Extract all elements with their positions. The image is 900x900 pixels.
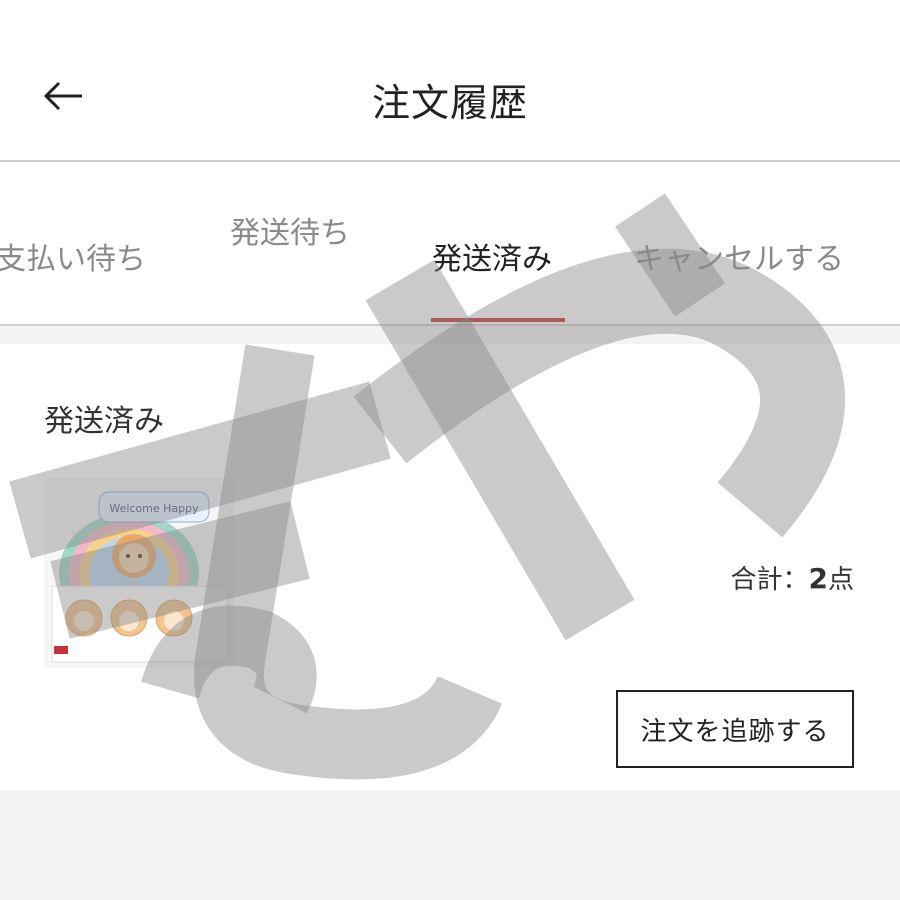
track-order-button[interactable]: 注文を追跡する bbox=[616, 690, 854, 768]
total-unit: 点 bbox=[827, 565, 854, 595]
tab-shipped[interactable]: 発送済み bbox=[432, 234, 552, 278]
app-header: 注文履歴 bbox=[0, 0, 900, 162]
svg-text:Welcome Happy: Welcome Happy bbox=[109, 502, 199, 515]
tab-cancel[interactable]: キャンセルする bbox=[634, 234, 844, 278]
section-divider bbox=[0, 326, 900, 344]
order-card: 発送済み Welcome Happy 合計：2点 注文を追跡する bbox=[0, 344, 900, 790]
page-title: 注文履歴 bbox=[371, 81, 528, 125]
product-image: Welcome Happy bbox=[44, 478, 234, 668]
product-thumbnail[interactable]: Welcome Happy bbox=[44, 478, 234, 668]
order-status-label: 発送済み bbox=[44, 404, 164, 439]
page-footer-area bbox=[0, 790, 900, 900]
total-count: 2 bbox=[808, 562, 828, 595]
tab-awaiting-shipment[interactable]: 発送待ち bbox=[230, 208, 350, 252]
tab-awaiting-payment[interactable]: 支払い待ち bbox=[0, 234, 146, 278]
active-tab-indicator bbox=[431, 318, 565, 322]
order-status-tabs: 支払い待ち 発送待ち 発送済み キャンセルする bbox=[0, 162, 900, 326]
order-total: 合計：2点 bbox=[730, 559, 854, 596]
total-label: 合計： bbox=[730, 565, 809, 595]
